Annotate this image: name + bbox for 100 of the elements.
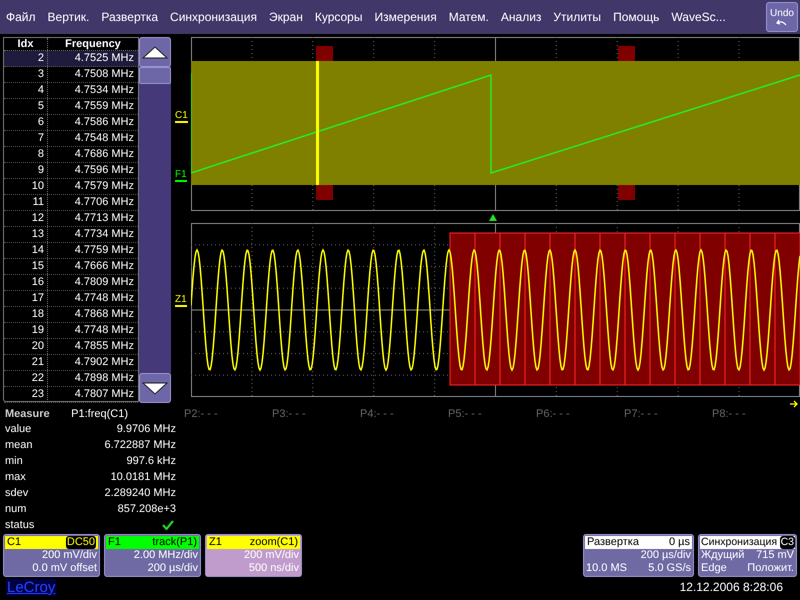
table-cell-text: 4.7868 MHz [74, 307, 135, 322]
table-row[interactable]: 4 4.7534 MHz [4, 83, 138, 99]
trigger-setting: Положит. [747, 562, 794, 575]
table-cell: 9 [4, 163, 48, 178]
table-row[interactable]: 15 4.7666 MHz [4, 259, 138, 275]
menu-item[interactable]: Развертка [101, 8, 158, 26]
trigger-setting: Edge [701, 562, 727, 575]
table-cell-text: 4.7734 MHz [74, 227, 135, 242]
menu-item[interactable]: Вертик. [48, 8, 90, 26]
measure-value: 997.6 kHz [126, 454, 176, 469]
table-row[interactable]: 21 4.7902 MHz [4, 355, 138, 371]
table-cell: 4 [4, 83, 48, 98]
table-row[interactable]: 6 4.7586 MHz [4, 115, 138, 131]
table-cell: 13 [4, 227, 48, 242]
table-row[interactable]: 19 4.7748 MHz [4, 323, 138, 339]
parameter-label[interactable]: P6:- - - [536, 406, 624, 422]
scroll-bar[interactable] [139, 37, 171, 403]
table-cell: 10 [4, 179, 48, 194]
table-row[interactable]: 16 4.7809 MHz [4, 275, 138, 291]
table-row[interactable]: 22 4.7898 MHz [4, 371, 138, 387]
table-cell: 16 [4, 275, 48, 290]
table-row[interactable]: 8 4.7686 MHz [4, 147, 138, 163]
table-cell: 5 [4, 99, 48, 114]
undo-button[interactable]: Undo [766, 2, 798, 32]
trigger-descriptor[interactable]: Синхронизация C3 Ждущий 715 mV Edge Положит. [698, 534, 797, 577]
measure-label: mean [5, 438, 33, 453]
measure-label: max [5, 470, 26, 485]
table-cell-text: 4.7686 MHz [74, 147, 135, 162]
menu-item[interactable]: Измерения [374, 8, 437, 26]
table-cell: 11 [4, 195, 48, 210]
table-cell-text: 4.7807 MHz [74, 387, 135, 402]
menu-item[interactable]: Анализ [500, 8, 542, 26]
parameter-label[interactable]: P4:- - - [360, 406, 448, 422]
up-arrow-icon [142, 46, 168, 58]
trigger-marker-icon [489, 214, 497, 221]
scroll-up-button[interactable] [139, 37, 171, 67]
table-row[interactable]: 10 4.7579 MHz [4, 179, 138, 195]
table-cell-text: 4.7579 MHz [74, 179, 135, 194]
menu-item[interactable]: Экран [268, 8, 303, 26]
trigger-source: C3 [780, 536, 795, 549]
column-header: Frequency [64, 38, 122, 50]
table-row[interactable]: 5 4.7559 MHz [4, 99, 138, 115]
table-row[interactable]: 13 4.7734 MHz [4, 227, 138, 243]
channel-tag: DC50 [66, 536, 96, 549]
table-cell-text: 4.7586 MHz [74, 115, 135, 130]
table-row[interactable]: 17 4.7748 MHz [4, 291, 138, 307]
table-cell-text: 4.7748 MHz [74, 291, 135, 306]
table-cell-text: 4.7534 MHz [74, 83, 135, 98]
table-cell: 15 [4, 259, 48, 274]
trigger-setting: 715 mV [756, 549, 794, 562]
table-cell: 18 [4, 307, 48, 322]
menu-item[interactable]: Матем. [448, 8, 489, 26]
table-row[interactable]: 18 4.7868 MHz [4, 307, 138, 323]
timebase-setting: 200 µs/div [640, 549, 691, 561]
undo-icon [776, 18, 788, 26]
parameter-label[interactable]: P7:- - - [624, 406, 712, 422]
scroll-thumb[interactable] [139, 67, 171, 84]
table-row[interactable]: 14 4.7759 MHz [4, 243, 138, 259]
table-row[interactable]: 23 4.7807 MHz [4, 387, 138, 403]
table-cell: 14 [4, 243, 48, 258]
parameter-label[interactable]: P3:- - - [272, 406, 360, 422]
timebase-setting: 10.0 MS [586, 562, 627, 575]
channel-setting: 200 µs/div [146, 562, 199, 575]
menu-item[interactable]: Помощь [613, 8, 660, 26]
table-row[interactable]: 20 4.7855 MHz [4, 339, 138, 355]
table-row[interactable]: 11 4.7706 MHz [4, 195, 138, 211]
menu-item[interactable]: WaveSc... [671, 8, 726, 26]
parameter-label[interactable]: P8:- - - [712, 406, 800, 422]
measure-label: min [5, 454, 23, 469]
menu-item[interactable]: Курсоры [314, 8, 362, 26]
channel-descriptor[interactable]: C1 DC50 200 mV/div 0.0 mV offset [3, 534, 100, 577]
trace-label: F1 [175, 170, 187, 182]
trigger-title: Синхронизация [701, 536, 778, 549]
table-row[interactable]: 12 4.7713 MHz [4, 211, 138, 227]
table-cell-text: 4.7809 MHz [74, 275, 135, 290]
table-cell-text: 4.7559 MHz [74, 99, 135, 114]
table-row[interactable]: 3 4.7508 MHz [4, 67, 138, 83]
column-header: Idx [4, 38, 48, 50]
table-cell: 8 [4, 147, 48, 162]
timebase-descriptor[interactable]: Развертка 0 µs 200 µs/div 10.0 MS 5.0 GS/s [583, 534, 694, 577]
table-row[interactable]: 9 4.7596 MHz [4, 163, 138, 179]
table-cell-text: 4.7748 MHz [74, 323, 135, 338]
menu-item[interactable]: Синхронизация [170, 8, 257, 26]
parameter-label[interactable]: P1:freq(C1) [71, 406, 128, 422]
menu-item[interactable]: Файл [6, 8, 36, 26]
table-row[interactable]: 2 4.7525 MHz [4, 51, 138, 67]
arrow-icon [790, 400, 798, 408]
parameter-label[interactable]: P5:- - - [448, 406, 536, 422]
trace-label: C1 [175, 111, 188, 123]
measure-value: 857.208e+3 [118, 502, 176, 517]
channel-tag: zoom(C1) [250, 536, 298, 549]
menu-item[interactable]: Утилиты [553, 8, 602, 26]
table-cell-text: 4.7759 MHz [74, 243, 135, 258]
table-cell-text: 4.7713 MHz [74, 211, 135, 226]
scroll-down-button[interactable] [139, 373, 171, 403]
parameter-label[interactable]: P2:- - - [184, 406, 272, 422]
table-row[interactable]: 7 4.7548 MHz [4, 131, 138, 147]
channel-descriptor[interactable]: F1 track(P1) 2.00 MHz/div 200 µs/div [104, 534, 201, 577]
channel-descriptor[interactable]: Z1 zoom(C1) 200 mV/div 500 ns/div [205, 534, 302, 577]
table-cell: 20 [4, 339, 48, 354]
